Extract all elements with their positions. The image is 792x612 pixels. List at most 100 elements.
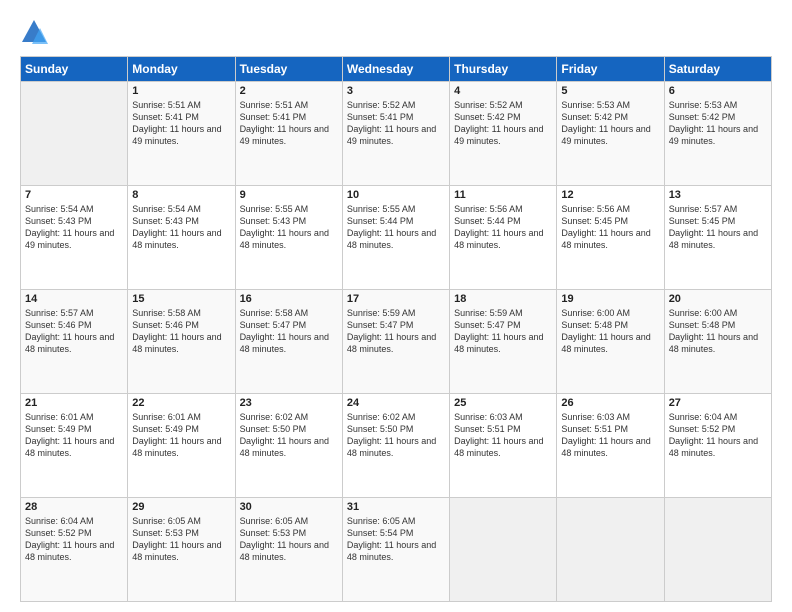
day-info: Sunrise: 5:54 AMSunset: 5:43 PMDaylight:… xyxy=(25,203,123,252)
day-info: Sunrise: 5:59 AMSunset: 5:47 PMDaylight:… xyxy=(347,307,445,356)
calendar-cell: 21 Sunrise: 6:01 AMSunset: 5:49 PMDayligh… xyxy=(21,394,128,498)
day-number: 6 xyxy=(669,85,767,97)
day-number: 23 xyxy=(240,397,338,409)
calendar-cell xyxy=(21,82,128,186)
calendar-cell: 31 Sunrise: 6:05 AMSunset: 5:54 PMDayligh… xyxy=(342,498,449,602)
logo xyxy=(20,18,52,46)
day-number: 31 xyxy=(347,501,445,513)
day-info: Sunrise: 5:52 AMSunset: 5:42 PMDaylight:… xyxy=(454,99,552,148)
calendar-cell: 6Sunrise: 5:53 AMSunset: 5:42 PMDaylight… xyxy=(664,82,771,186)
calendar-cell: 17 Sunrise: 5:59 AMSunset: 5:47 PMDayligh… xyxy=(342,290,449,394)
calendar-week-5: 28 Sunrise: 6:04 AMSunset: 5:52 PMDayligh… xyxy=(21,498,772,602)
day-number: 24 xyxy=(347,397,445,409)
day-info: Sunrise: 5:53 AMSunset: 5:42 PMDaylight:… xyxy=(561,99,659,148)
header xyxy=(20,18,772,46)
calendar-cell xyxy=(664,498,771,602)
day-header-wednesday: Wednesday xyxy=(342,57,449,82)
day-number: 30 xyxy=(240,501,338,513)
day-info: Sunrise: 5:51 AMSunset: 5:41 PMDaylight:… xyxy=(132,99,230,148)
day-number: 17 xyxy=(347,293,445,305)
day-header-friday: Friday xyxy=(557,57,664,82)
calendar-cell: 9Sunrise: 5:55 AMSunset: 5:43 PMDaylight… xyxy=(235,186,342,290)
day-header-tuesday: Tuesday xyxy=(235,57,342,82)
calendar-cell: 16 Sunrise: 5:58 AMSunset: 5:47 PMDayligh… xyxy=(235,290,342,394)
day-number: 11 xyxy=(454,189,552,201)
day-number: 26 xyxy=(561,397,659,409)
calendar-cell: 28 Sunrise: 6:04 AMSunset: 5:52 PMDayligh… xyxy=(21,498,128,602)
day-info: Sunrise: 5:55 AMSunset: 5:43 PMDaylight:… xyxy=(240,203,338,252)
day-info: Sunrise: 5:57 AMSunset: 5:46 PMDaylight:… xyxy=(25,307,123,356)
day-number: 29 xyxy=(132,501,230,513)
day-info: Sunrise: 6:02 AMSunset: 5:50 PMDaylight:… xyxy=(347,411,445,460)
calendar-cell: 25 Sunrise: 6:03 AMSunset: 5:51 PMDayligh… xyxy=(450,394,557,498)
calendar-cell: 14 Sunrise: 5:57 AMSunset: 5:46 PMDayligh… xyxy=(21,290,128,394)
calendar-cell: 27 Sunrise: 6:04 AMSunset: 5:52 PMDayligh… xyxy=(664,394,771,498)
day-number: 10 xyxy=(347,189,445,201)
calendar-cell: 24 Sunrise: 6:02 AMSunset: 5:50 PMDayligh… xyxy=(342,394,449,498)
calendar-cell: 26 Sunrise: 6:03 AMSunset: 5:51 PMDayligh… xyxy=(557,394,664,498)
day-info: Sunrise: 6:03 AMSunset: 5:51 PMDaylight:… xyxy=(561,411,659,460)
day-info: Sunrise: 5:51 AMSunset: 5:41 PMDaylight:… xyxy=(240,99,338,148)
day-info: Sunrise: 6:04 AMSunset: 5:52 PMDaylight:… xyxy=(25,515,123,564)
day-info: Sunrise: 5:56 AMSunset: 5:45 PMDaylight:… xyxy=(561,203,659,252)
day-number: 8 xyxy=(132,189,230,201)
day-number: 14 xyxy=(25,293,123,305)
calendar-cell: 2Sunrise: 5:51 AMSunset: 5:41 PMDaylight… xyxy=(235,82,342,186)
day-header-monday: Monday xyxy=(128,57,235,82)
calendar-week-4: 21 Sunrise: 6:01 AMSunset: 5:49 PMDayligh… xyxy=(21,394,772,498)
day-info: Sunrise: 6:01 AMSunset: 5:49 PMDaylight:… xyxy=(132,411,230,460)
calendar-cell: 22 Sunrise: 6:01 AMSunset: 5:49 PMDayligh… xyxy=(128,394,235,498)
day-number: 4 xyxy=(454,85,552,97)
calendar-cell: 23 Sunrise: 6:02 AMSunset: 5:50 PMDayligh… xyxy=(235,394,342,498)
logo-icon xyxy=(20,18,48,46)
day-info: Sunrise: 5:54 AMSunset: 5:43 PMDaylight:… xyxy=(132,203,230,252)
day-info: Sunrise: 5:56 AMSunset: 5:44 PMDaylight:… xyxy=(454,203,552,252)
day-number: 25 xyxy=(454,397,552,409)
day-info: Sunrise: 6:00 AMSunset: 5:48 PMDaylight:… xyxy=(669,307,767,356)
day-info: Sunrise: 6:03 AMSunset: 5:51 PMDaylight:… xyxy=(454,411,552,460)
day-info: Sunrise: 6:02 AMSunset: 5:50 PMDaylight:… xyxy=(240,411,338,460)
day-number: 7 xyxy=(25,189,123,201)
day-number: 27 xyxy=(669,397,767,409)
calendar-cell: 1Sunrise: 5:51 AMSunset: 5:41 PMDaylight… xyxy=(128,82,235,186)
day-number: 22 xyxy=(132,397,230,409)
calendar-cell: 30 Sunrise: 6:05 AMSunset: 5:53 PMDayligh… xyxy=(235,498,342,602)
calendar-cell: 7 Sunrise: 5:54 AMSunset: 5:43 PMDaylight… xyxy=(21,186,128,290)
day-info: Sunrise: 6:05 AMSunset: 5:53 PMDaylight:… xyxy=(240,515,338,564)
day-info: Sunrise: 6:05 AMSunset: 5:54 PMDaylight:… xyxy=(347,515,445,564)
calendar-header-row: SundayMondayTuesdayWednesdayThursdayFrid… xyxy=(21,57,772,82)
calendar-page: SundayMondayTuesdayWednesdayThursdayFrid… xyxy=(0,0,792,612)
day-info: Sunrise: 5:58 AMSunset: 5:47 PMDaylight:… xyxy=(240,307,338,356)
day-number: 18 xyxy=(454,293,552,305)
calendar-cell: 15Sunrise: 5:58 AMSunset: 5:46 PMDayligh… xyxy=(128,290,235,394)
day-info: Sunrise: 6:05 AMSunset: 5:53 PMDaylight:… xyxy=(132,515,230,564)
calendar-cell: 4 Sunrise: 5:52 AMSunset: 5:42 PMDaylight… xyxy=(450,82,557,186)
day-header-saturday: Saturday xyxy=(664,57,771,82)
day-number: 15 xyxy=(132,293,230,305)
day-number: 19 xyxy=(561,293,659,305)
day-number: 28 xyxy=(25,501,123,513)
calendar-cell: 20 Sunrise: 6:00 AMSunset: 5:48 PMDayligh… xyxy=(664,290,771,394)
calendar-cell: 5Sunrise: 5:53 AMSunset: 5:42 PMDaylight… xyxy=(557,82,664,186)
day-number: 20 xyxy=(669,293,767,305)
day-number: 16 xyxy=(240,293,338,305)
calendar-cell: 29 Sunrise: 6:05 AMSunset: 5:53 PMDayligh… xyxy=(128,498,235,602)
calendar-table: SundayMondayTuesdayWednesdayThursdayFrid… xyxy=(20,56,772,602)
day-info: Sunrise: 5:57 AMSunset: 5:45 PMDaylight:… xyxy=(669,203,767,252)
calendar-cell xyxy=(557,498,664,602)
calendar-cell: 18 Sunrise: 5:59 AMSunset: 5:47 PMDayligh… xyxy=(450,290,557,394)
day-number: 21 xyxy=(25,397,123,409)
day-info: Sunrise: 6:01 AMSunset: 5:49 PMDaylight:… xyxy=(25,411,123,460)
day-number: 13 xyxy=(669,189,767,201)
day-info: Sunrise: 5:52 AMSunset: 5:41 PMDaylight:… xyxy=(347,99,445,148)
calendar-cell: 12 Sunrise: 5:56 AMSunset: 5:45 PMDayligh… xyxy=(557,186,664,290)
day-header-thursday: Thursday xyxy=(450,57,557,82)
calendar-cell: 8 Sunrise: 5:54 AMSunset: 5:43 PMDaylight… xyxy=(128,186,235,290)
calendar-cell xyxy=(450,498,557,602)
day-number: 12 xyxy=(561,189,659,201)
day-info: Sunrise: 6:04 AMSunset: 5:52 PMDaylight:… xyxy=(669,411,767,460)
day-number: 3 xyxy=(347,85,445,97)
calendar-cell: 19Sunrise: 6:00 AMSunset: 5:48 PMDayligh… xyxy=(557,290,664,394)
day-info: Sunrise: 5:59 AMSunset: 5:47 PMDaylight:… xyxy=(454,307,552,356)
calendar-cell: 11 Sunrise: 5:56 AMSunset: 5:44 PMDayligh… xyxy=(450,186,557,290)
